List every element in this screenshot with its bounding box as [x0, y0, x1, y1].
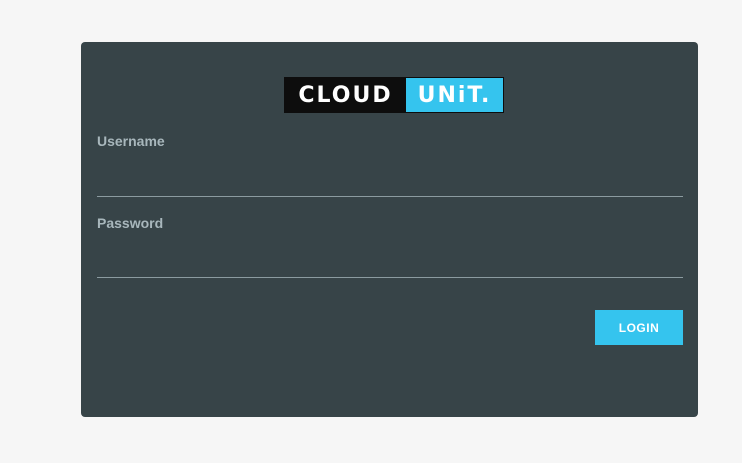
username-label: Username	[97, 133, 165, 149]
logo-cloud-text: CLOUD	[298, 82, 393, 108]
password-label: Password	[97, 215, 164, 231]
password-input[interactable]	[97, 248, 683, 278]
login-card: CLOUD UNiT. Username Password LOGIN	[81, 42, 698, 417]
cloudunit-logo: CLOUD UNiT.	[284, 77, 504, 113]
username-input[interactable]	[97, 167, 683, 197]
login-button[interactable]: LOGIN	[595, 310, 683, 345]
logo-unit-text: UNiT.	[406, 78, 503, 112]
